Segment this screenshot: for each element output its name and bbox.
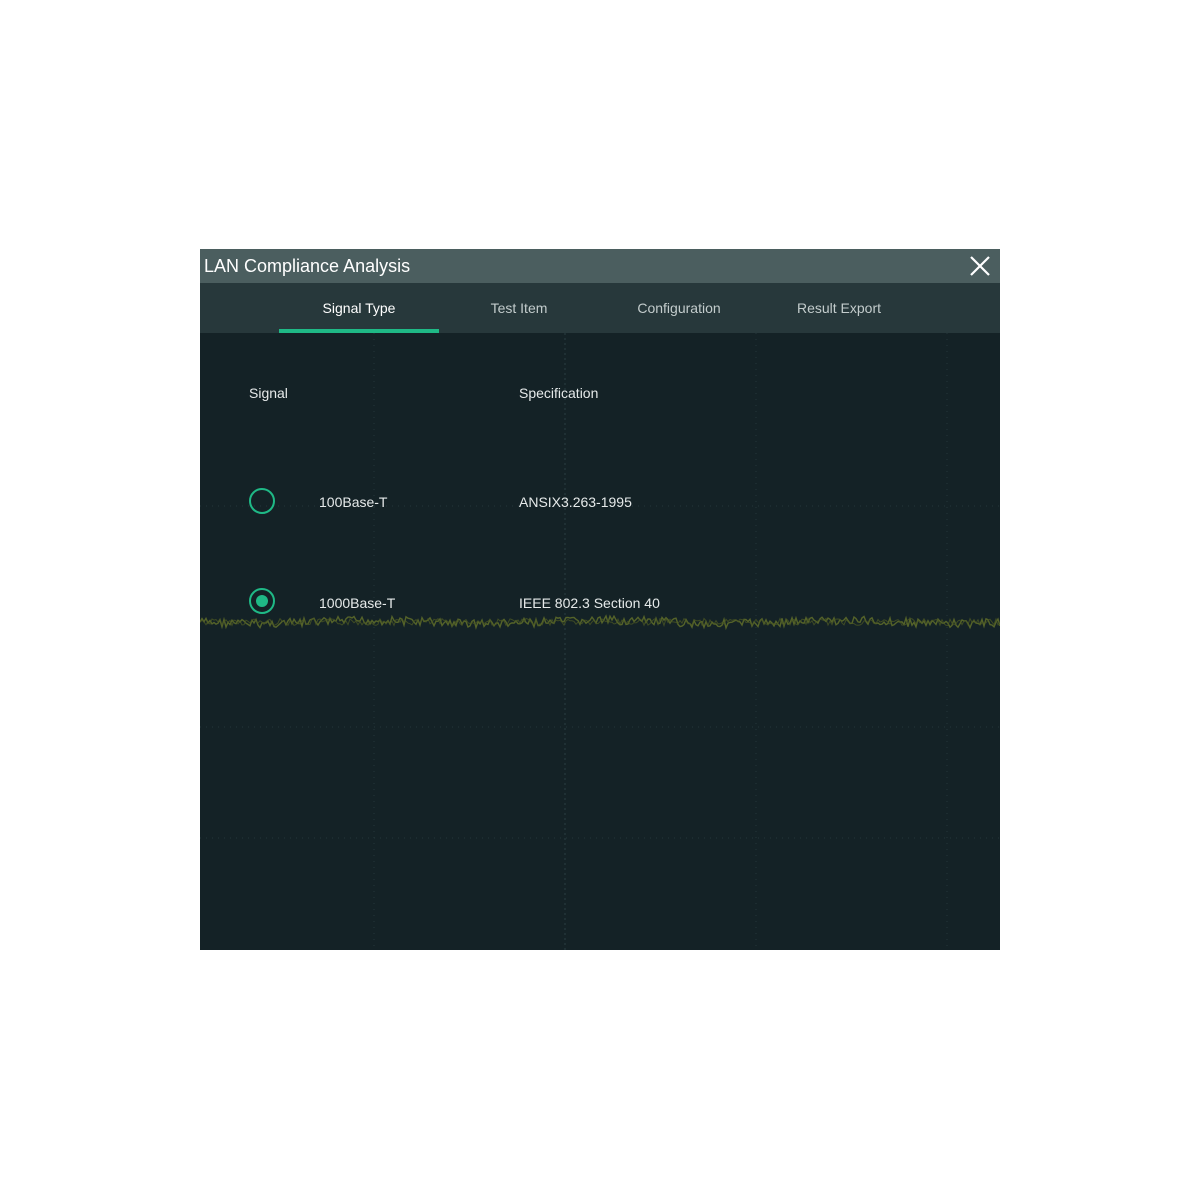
close-button[interactable]: [966, 253, 994, 279]
close-icon: [970, 256, 990, 276]
spec-label-1000base-t: IEEE 802.3 Section 40: [519, 595, 660, 611]
title-bar: LAN Compliance Analysis: [200, 249, 1000, 283]
tab-result-export[interactable]: Result Export: [759, 283, 919, 333]
radio-1000base-t[interactable]: [249, 588, 275, 614]
specification-column-header: Specification: [519, 385, 599, 401]
tab-test-item[interactable]: Test Item: [439, 283, 599, 333]
tab-signal-type[interactable]: Signal Type: [279, 283, 439, 333]
signal-label-100base-t: 100Base-T: [319, 494, 388, 510]
radio-dot: [256, 595, 268, 607]
signal-column-header: Signal: [249, 385, 288, 401]
tab-configuration[interactable]: Configuration: [599, 283, 759, 333]
signal-label-1000base-t: 1000Base-T: [319, 595, 396, 611]
tab-bar: Signal Type Test Item Configuration Resu…: [200, 283, 1000, 333]
spec-label-100base-t: ANSIX3.263-1995: [519, 494, 632, 510]
radio-100base-t[interactable]: [249, 488, 275, 514]
dialog-title: LAN Compliance Analysis: [204, 256, 411, 276]
signal-type-panel: Signal Specification 100Base-T ANSIX3.26…: [200, 333, 1000, 950]
scope-background: [200, 333, 1000, 950]
lan-compliance-dialog: LAN Compliance Analysis Signal Type Test…: [200, 249, 1000, 950]
